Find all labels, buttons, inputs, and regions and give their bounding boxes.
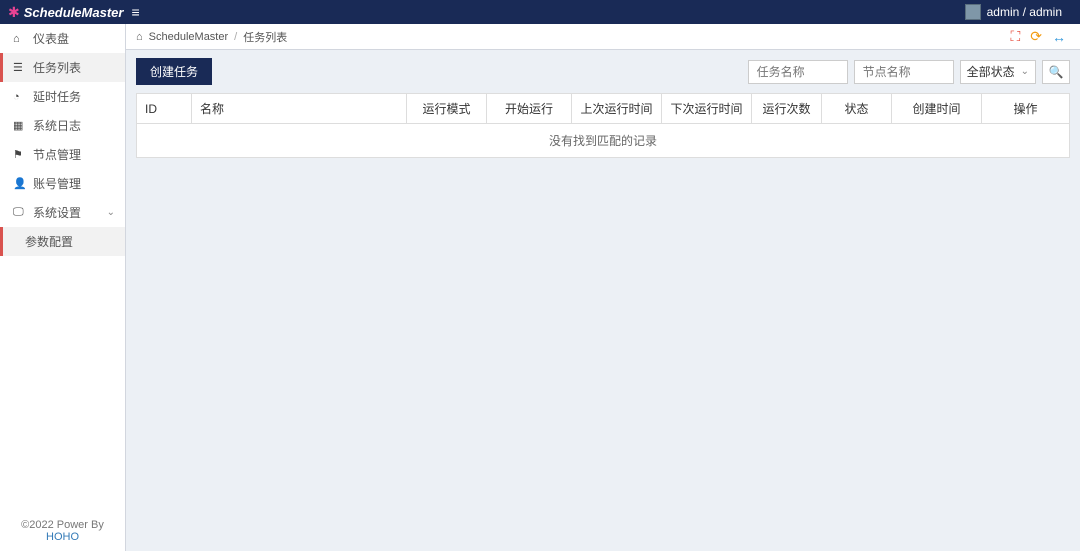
- col-status[interactable]: 状态: [822, 94, 892, 124]
- sidebar-item-label: 任务列表: [33, 59, 81, 76]
- chevron-down-icon: ⌄: [107, 207, 115, 218]
- task-name-input[interactable]: [748, 60, 848, 84]
- footer-note: ©2022 Power By HOHO: [0, 511, 125, 551]
- menu-toggle-icon[interactable]: ≡: [131, 4, 139, 20]
- refresh-icon[interactable]: ⟳: [1030, 28, 1042, 45]
- sidebar-item-dashboard[interactable]: ⌂ 仪表盘: [0, 24, 125, 53]
- status-select[interactable]: 全部状态: [960, 60, 1036, 84]
- col-lastrun[interactable]: 上次运行时间: [572, 94, 662, 124]
- breadcrumb-separator: /: [234, 31, 237, 43]
- breadcrumb-current: 任务列表: [243, 29, 287, 45]
- col-id[interactable]: ID: [137, 94, 192, 124]
- sitemap-icon: ⚑: [13, 148, 25, 161]
- sidebar-item-label: 系统设置: [33, 204, 81, 221]
- sidebar-item-label: 账号管理: [33, 175, 81, 192]
- table-empty-row: 没有找到匹配的记录: [137, 124, 1070, 158]
- col-created[interactable]: 创建时间: [892, 94, 982, 124]
- search-icon: 🔍: [1049, 65, 1064, 79]
- sidebar-subitem-label: 参数配置: [25, 235, 73, 249]
- breadcrumb: ⌂ ScheduleMaster / 任务列表: [136, 29, 287, 45]
- breadcrumb-root[interactable]: ScheduleMaster: [149, 31, 229, 43]
- app-name: ScheduleMaster: [24, 5, 124, 20]
- sidebar-item-settings[interactable]: 🖵 系统设置 ⌄: [0, 198, 125, 227]
- search-button[interactable]: 🔍: [1042, 60, 1070, 84]
- user-icon: 👤: [13, 177, 25, 190]
- col-name[interactable]: 名称: [192, 94, 407, 124]
- desktop-icon: 🖵: [13, 206, 25, 219]
- sidebar-item-label: 延时任务: [33, 88, 81, 105]
- grid-icon: ▦: [13, 119, 25, 132]
- sidebar-item-nodes[interactable]: ⚑ 节点管理: [0, 140, 125, 169]
- status-selected-label: 全部状态: [967, 63, 1015, 80]
- sidebar-item-label: 节点管理: [33, 146, 81, 163]
- clock-icon: ◔: [13, 91, 25, 103]
- sidebar-item-logs[interactable]: ▦ 系统日志: [0, 111, 125, 140]
- logo-icon: ✱: [8, 4, 20, 21]
- sidebar-item-delayed[interactable]: ◔ 延时任务: [0, 82, 125, 111]
- avatar: [965, 4, 981, 20]
- col-nextrun[interactable]: 下次运行时间: [662, 94, 752, 124]
- home-icon: ⌂: [136, 31, 143, 43]
- user-menu[interactable]: admin / admin: [965, 4, 1072, 20]
- sidebar-item-label: 仪表盘: [33, 30, 69, 47]
- col-runmode[interactable]: 运行模式: [407, 94, 487, 124]
- list-icon: ☰: [13, 61, 25, 74]
- sidebar-item-label: 系统日志: [33, 117, 81, 134]
- node-name-input[interactable]: [854, 60, 954, 84]
- col-start[interactable]: 开始运行: [487, 94, 572, 124]
- sidebar-item-accounts[interactable]: 👤 账号管理: [0, 169, 125, 198]
- home-icon: ⌂: [13, 33, 25, 45]
- footer-link[interactable]: HOHO: [46, 531, 79, 543]
- user-display: admin / admin: [987, 5, 1062, 19]
- app-logo[interactable]: ✱ ScheduleMaster: [8, 4, 123, 21]
- sidebar-subitem-params[interactable]: 参数配置: [0, 227, 125, 256]
- sidebar-item-tasks[interactable]: ☰ 任务列表: [0, 53, 125, 82]
- expand-icon[interactable]: ↔: [1052, 29, 1066, 45]
- empty-message: 没有找到匹配的记录: [137, 124, 1070, 158]
- create-task-button[interactable]: 创建任务: [136, 58, 212, 85]
- task-table: ID 名称 运行模式 开始运行 上次运行时间 下次运行时间 运行次数 状态 创建…: [136, 93, 1070, 158]
- col-count[interactable]: 运行次数: [752, 94, 822, 124]
- col-actions[interactable]: 操作: [982, 94, 1070, 124]
- fullscreen-icon[interactable]: ⛶: [1010, 28, 1020, 45]
